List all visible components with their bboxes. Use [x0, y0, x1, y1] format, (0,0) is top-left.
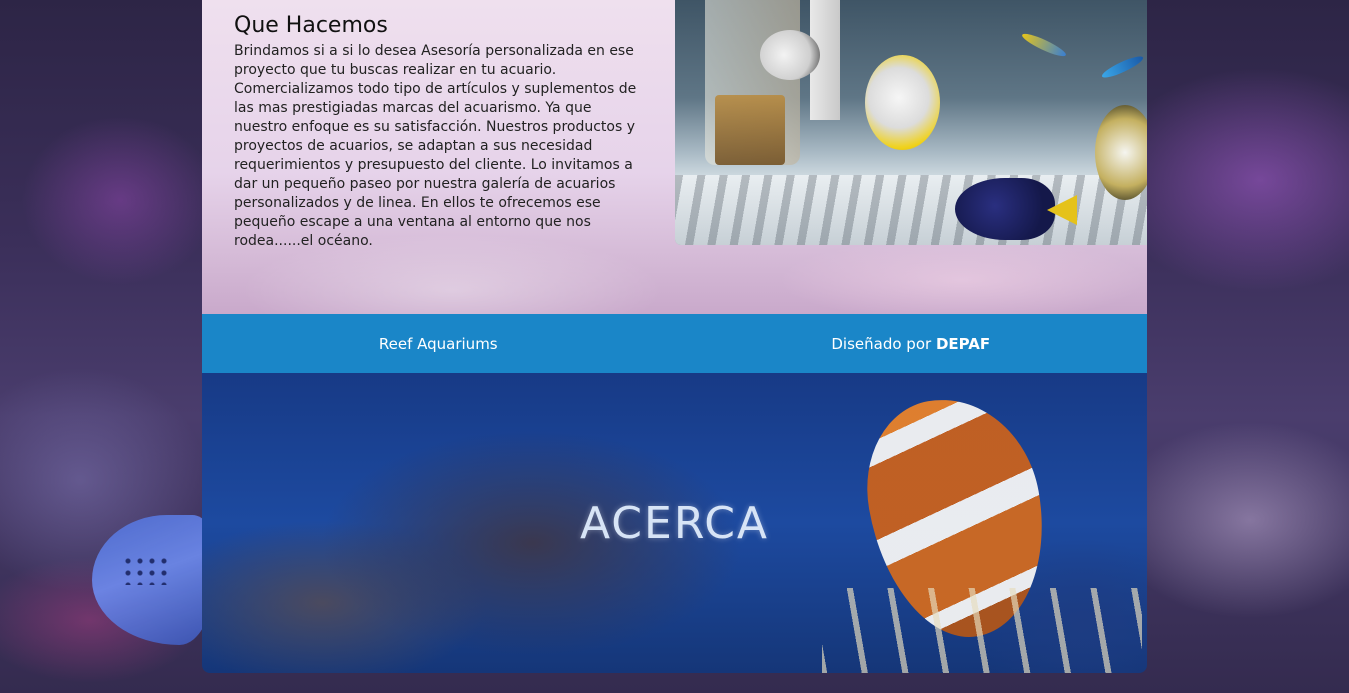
que-hacemos-description: Brindamos si a si lo desea Asesoría pers… [234, 43, 637, 249]
que-hacemos-section: Que Hacemos Brindamos si a si lo desea A… [202, 0, 1147, 314]
footer-designed-by-label: Diseñado por [831, 334, 932, 353]
wrasse-fish-2 [1099, 52, 1146, 82]
content-container: Que Hacemos Brindamos si a si lo desea A… [202, 0, 1147, 673]
footer-designer-link[interactable]: DEPAF [936, 335, 990, 353]
que-hacemos-text-block: Que Hacemos Brindamos si a si lo desea A… [234, 12, 644, 251]
anemone-image [822, 588, 1142, 673]
footer-bar: Reef Aquariums Diseñado por DEPAF [202, 314, 1147, 373]
butterflyfish-small [760, 30, 820, 80]
aquarium-fish-photo [675, 0, 1147, 245]
background-fish-decoration [92, 515, 217, 645]
butterflyfish-yellow [865, 55, 940, 150]
footer-credits: Diseñado por DEPAF [675, 334, 1148, 354]
aquarium-equipment-reactor [715, 95, 785, 165]
acerca-title[interactable]: ACERCA [202, 498, 1147, 550]
acerca-section: ACERCA [202, 373, 1147, 673]
que-hacemos-title: Que Hacemos [234, 13, 388, 38]
blue-tang-fish [955, 178, 1055, 240]
angelfish-right [1095, 105, 1147, 200]
footer-site-name: Reef Aquariums [378, 334, 498, 353]
wrasse-fish-1 [1020, 30, 1068, 60]
